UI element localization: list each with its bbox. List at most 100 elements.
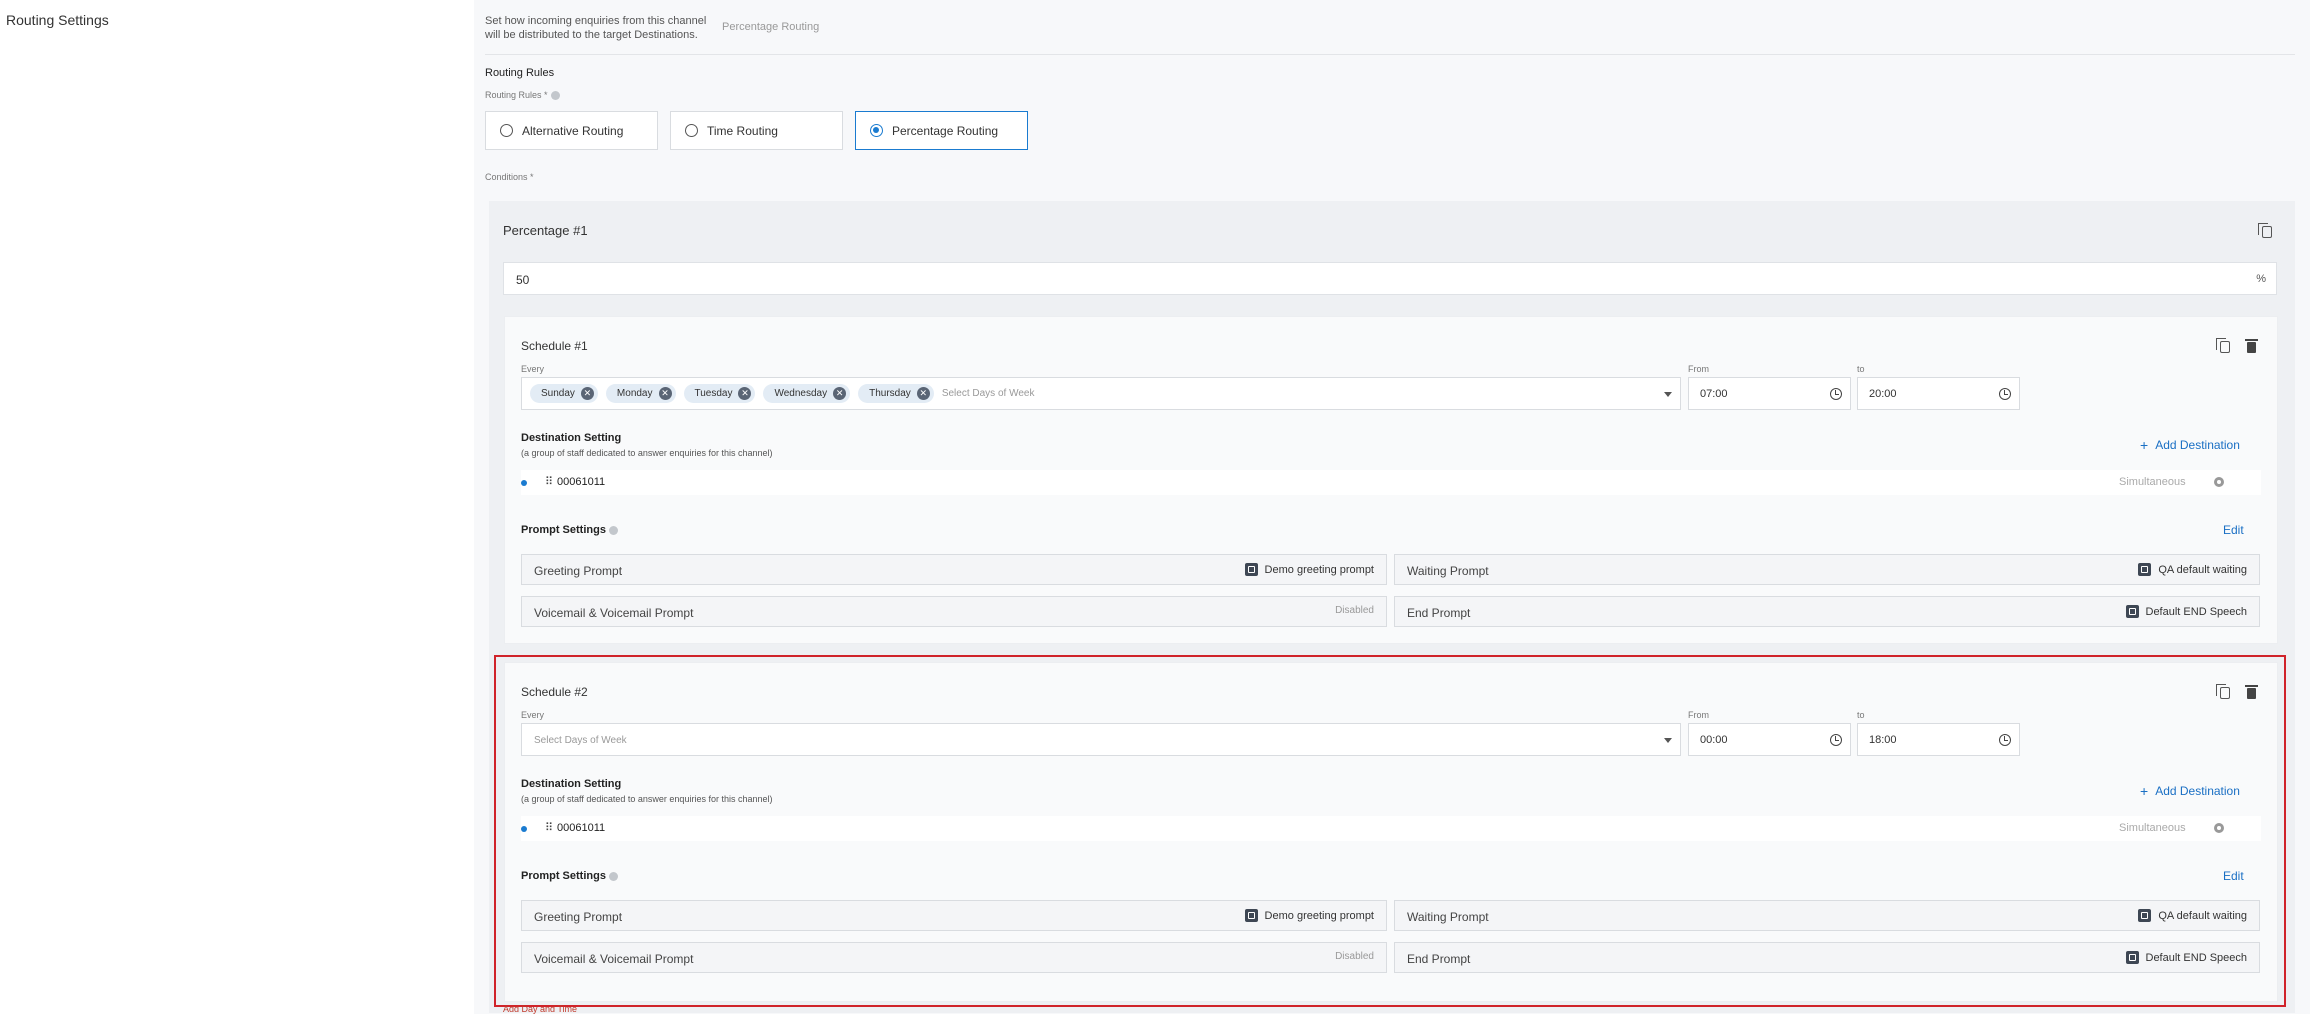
bullet-icon [521,826,527,832]
chip-label: Tuesday [694,388,733,399]
prompt-file-icon [2138,909,2152,922]
remove-chip-icon[interactable]: ✕ [738,387,752,400]
prompt-value: Default END Speech [2125,605,2248,618]
prompt-label: Waiting Prompt [1407,564,1489,578]
routing-current-value: Percentage Routing [722,21,820,33]
from-time-input[interactable]: 00:00 [1688,723,1851,756]
prompt-settings-header: Prompt Settings [521,524,618,536]
radio-percentage-routing[interactable]: Percentage Routing [855,111,1028,150]
add-destination-button[interactable]: + Add Destination [2140,783,2240,799]
day-chip: Sunday ✕ [530,384,598,403]
routing-rules-title: Routing Rules [485,67,555,79]
from-label: From [1688,710,1709,720]
routing-description: Set how incoming enquiries from this cha… [485,15,707,41]
greeting-prompt-field[interactable]: Greeting Prompt Demo greeting prompt [521,900,1387,931]
to-time-input[interactable]: 18:00 [1857,723,2020,756]
prompt-value-text: Default END Speech [2145,605,2248,618]
drag-handle-icon[interactable]: ⠿ [545,821,553,834]
end-prompt-field[interactable]: End Prompt Default END Speech [1394,942,2260,973]
info-icon[interactable] [550,91,560,101]
day-chip: Monday ✕ [605,384,676,403]
prompt-file-icon [2138,563,2152,576]
copy-icon[interactable] [2216,684,2230,699]
to-time-value: 18:00 [1869,734,1897,746]
gear-icon[interactable] [2214,477,2224,487]
to-time-value: 20:00 [1869,388,1897,400]
radio-label: Time Routing [707,123,778,138]
chip-label: Monday [616,388,653,399]
percentage-unit: % [2256,273,2266,285]
prompt-value-text: Demo greeting prompt [1264,909,1374,922]
voicemail-prompt-field[interactable]: Voicemail & Voicemail Prompt Disabled [521,596,1387,627]
end-prompt-field[interactable]: End Prompt Default END Speech [1394,596,2260,627]
copy-icon[interactable] [2258,223,2272,238]
edit-prompts-link[interactable]: Edit [2223,869,2244,883]
from-time-input[interactable]: 07:00 [1688,377,1851,410]
info-icon[interactable] [608,525,618,535]
day-chip: Tuesday ✕ [683,384,756,403]
prompt-label: Voicemail & Voicemail Prompt [534,606,694,620]
chip-label: Wednesday [774,388,828,399]
copy-icon[interactable] [2216,338,2230,353]
prompt-file-icon [1244,563,1258,576]
clock-icon[interactable] [1830,388,1842,400]
prompt-value-text: Demo greeting prompt [1264,563,1374,576]
prompt-label: Greeting Prompt [534,910,623,924]
trash-icon[interactable] [2245,685,2258,699]
days-select[interactable]: Sunday ✕ Monday ✕ Tuesday ✕ Wednesday ✕ Thur… [521,377,1681,410]
info-icon[interactable] [608,871,618,881]
from-time-value: 00:00 [1700,734,1728,746]
voicemail-prompt-field[interactable]: Voicemail & Voicemail Prompt Disabled [521,942,1387,973]
prompt-label: Voicemail & Voicemail Prompt [534,952,694,966]
routing-rules-label: Routing Rules * [485,90,560,101]
prompt-label: End Prompt [1407,952,1471,966]
to-time-input[interactable]: 20:00 [1857,377,2020,410]
gear-icon[interactable] [2214,823,2224,833]
day-chip: Thursday ✕ [858,384,934,403]
remove-chip-icon[interactable]: ✕ [833,387,847,400]
trash-icon[interactable] [2245,339,2258,353]
prompt-label: Waiting Prompt [1407,910,1489,924]
prompt-value-text: Disabled [1335,605,1374,616]
add-destination-button[interactable]: + Add Destination [2140,437,2240,453]
prompt-file-icon [2125,605,2139,618]
drag-handle-icon[interactable]: ⠿ [545,475,553,488]
greeting-prompt-field[interactable]: Greeting Prompt Demo greeting prompt [521,554,1387,585]
chevron-down-icon[interactable] [1664,392,1672,397]
clock-icon[interactable] [1830,734,1842,746]
add-day-time-link[interactable]: Add Day and Time [503,1004,577,1014]
waiting-prompt-field[interactable]: Waiting Prompt QA default waiting [1394,900,2260,931]
plus-icon: + [2140,437,2149,453]
clock-icon[interactable] [1999,388,2011,400]
destination-mode: Simultaneous [2119,822,2186,834]
prompt-file-icon [1244,909,1258,922]
percentage-input[interactable]: 50 % [503,262,2277,295]
day-chip: Wednesday ✕ [763,384,851,403]
prompt-settings-title: Prompt Settings [521,524,606,536]
prompt-value: QA default waiting [2138,563,2247,576]
prompt-value: Demo greeting prompt [1244,909,1374,922]
days-select[interactable]: Select Days of Week [521,723,1681,756]
remove-chip-icon[interactable]: ✕ [580,387,594,400]
destination-name: 00061011 [557,822,606,834]
destination-subtitle: (a group of staff dedicated to answer en… [521,794,773,804]
radio-label: Percentage Routing [892,123,999,138]
prompt-value-text: Default END Speech [2145,951,2248,964]
remove-chip-icon[interactable]: ✕ [658,387,672,400]
chevron-down-icon[interactable] [1664,738,1672,743]
days-placeholder: Select Days of Week [941,388,1035,399]
bullet-icon [521,480,527,486]
clock-icon[interactable] [1999,734,2011,746]
waiting-prompt-field[interactable]: Waiting Prompt QA default waiting [1394,554,2260,585]
prompt-value-text: QA default waiting [2158,563,2247,576]
days-placeholder: Select Days of Week [534,735,627,746]
conditions-label: Conditions * [485,172,534,182]
destination-row: ⠿ 00061011 Simultaneous [521,816,2261,841]
schedule-title: Schedule #2 [521,685,588,699]
page-section-title: Routing Settings [6,12,109,28]
edit-prompts-link[interactable]: Edit [2223,523,2244,537]
radio-time-routing[interactable]: Time Routing [670,111,843,150]
destination-row: ⠿ 00061011 Simultaneous [521,470,2261,495]
remove-chip-icon[interactable]: ✕ [916,387,930,400]
radio-alternative-routing[interactable]: Alternative Routing [485,111,658,150]
